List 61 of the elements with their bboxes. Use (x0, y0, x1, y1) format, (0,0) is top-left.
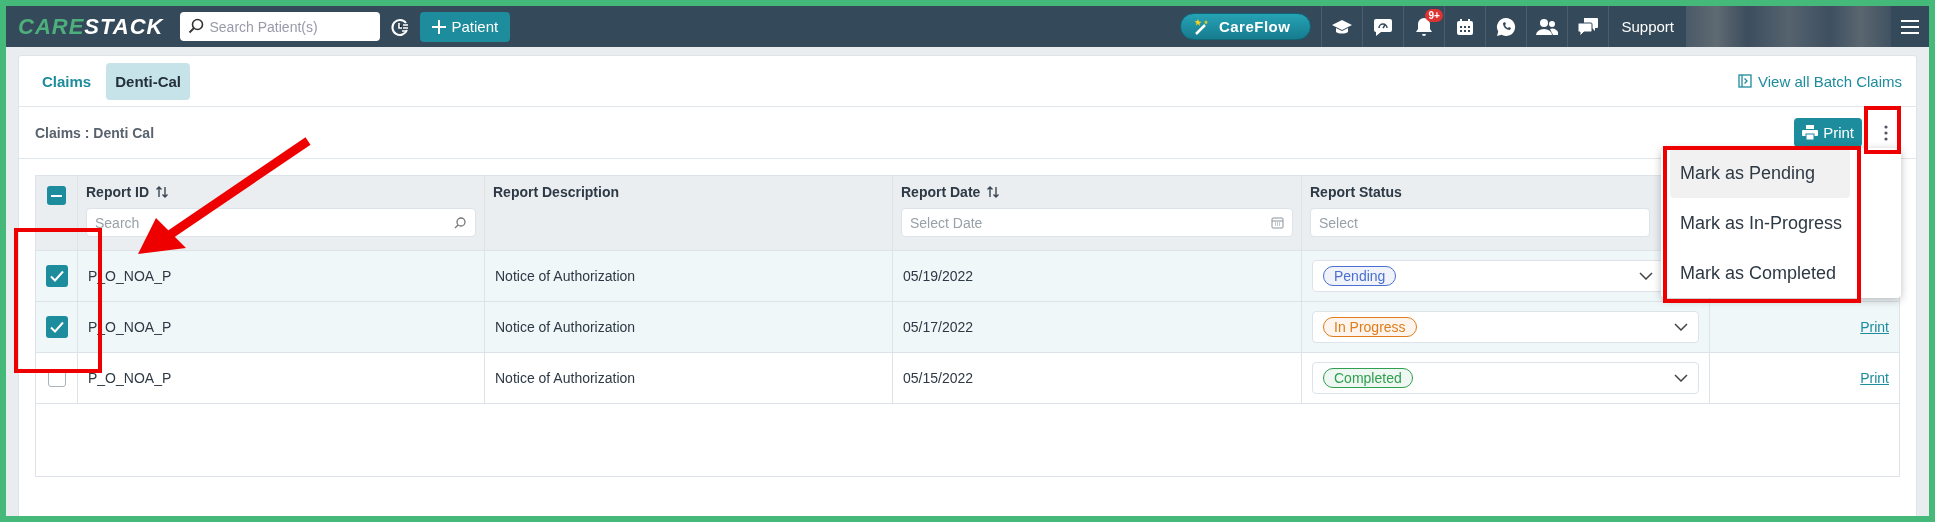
status-tag: Completed (1323, 368, 1413, 388)
checkbox[interactable] (45, 265, 68, 287)
search-icon (453, 216, 467, 230)
plus-icon (431, 19, 446, 34)
people-icon[interactable] (1536, 17, 1559, 36)
speech-bubble-icon[interactable] (1373, 16, 1394, 37)
add-patient-button[interactable]: Patient (419, 11, 511, 42)
status-tag: Pending (1323, 266, 1397, 286)
highlight-rectangle (1864, 106, 1901, 154)
column-header: Report Date (901, 184, 981, 200)
section-title: Claims : Denti Cal (35, 124, 155, 141)
printer-icon (1802, 125, 1819, 140)
filter-field[interactable]: Select (1310, 208, 1650, 237)
table-cell: 05/15/2022 (903, 370, 974, 386)
table-cell: Notice of Authorization (495, 268, 636, 284)
check-icon (48, 268, 65, 284)
graduation-cap-icon[interactable] (1332, 18, 1353, 35)
status-dropdown[interactable]: Pending (1312, 260, 1664, 292)
minus-icon (51, 194, 62, 197)
search-icon (187, 18, 204, 34)
table-cell: P_O_NOA_P (88, 370, 172, 386)
table-cell: Notice of Authorization (495, 370, 636, 386)
checkbox[interactable] (45, 316, 68, 338)
caret-icon (1639, 272, 1653, 280)
menu-item[interactable]: Mark as In-Progress (1670, 198, 1847, 248)
status-tag: In Progress (1323, 317, 1417, 337)
logo[interactable]: CARESTACK (18, 13, 164, 40)
search-field[interactable]: Search Patient(s) (179, 12, 380, 41)
status-dropdown[interactable]: In Progress (1312, 311, 1699, 343)
view-all-batch-claims-link[interactable]: View all Batch Claims (1738, 72, 1902, 90)
menu-item[interactable]: Mark as Pending (1670, 148, 1850, 198)
menu-icon[interactable] (1901, 19, 1919, 34)
column-header: Report Status (1310, 184, 1402, 200)
print-link[interactable]: Print (1860, 319, 1889, 335)
calendar-icon[interactable] (1456, 17, 1475, 36)
column-header: Report Description (493, 184, 619, 200)
panel-icon (1738, 74, 1753, 88)
select-all-checkbox[interactable] (47, 186, 66, 205)
table-cell: Notice of Authorization (495, 319, 636, 335)
tab[interactable]: Claims (33, 62, 101, 100)
table-cell: 05/17/2022 (903, 319, 974, 335)
table-cell: 05/19/2022 (903, 268, 974, 284)
column-header: Report ID (86, 184, 149, 200)
check-icon (48, 319, 65, 335)
filter-field[interactable]: Select Date (901, 208, 1293, 237)
sort-icon[interactable] (986, 185, 1001, 199)
phone-chat-icon[interactable] (1496, 16, 1517, 37)
chat-bubbles-icon[interactable] (1577, 16, 1600, 37)
tab[interactable]: Denti-Cal (106, 62, 191, 100)
print-link[interactable]: Print (1860, 370, 1889, 386)
history-icon[interactable] (389, 16, 410, 37)
print-button[interactable]: Print (1794, 118, 1862, 147)
status-dropdown[interactable]: Completed (1312, 362, 1699, 394)
caret-icon (1674, 323, 1688, 331)
sort-icon[interactable] (155, 185, 169, 199)
calendar-icon (1271, 216, 1284, 229)
caret-icon (1674, 374, 1688, 382)
filter-field[interactable]: Search (86, 208, 476, 237)
notification-badge: 9+ (1425, 9, 1443, 22)
menu-item[interactable]: Mark as Completed (1670, 248, 1841, 298)
careflow-button[interactable]: CareFlow (1179, 13, 1312, 40)
